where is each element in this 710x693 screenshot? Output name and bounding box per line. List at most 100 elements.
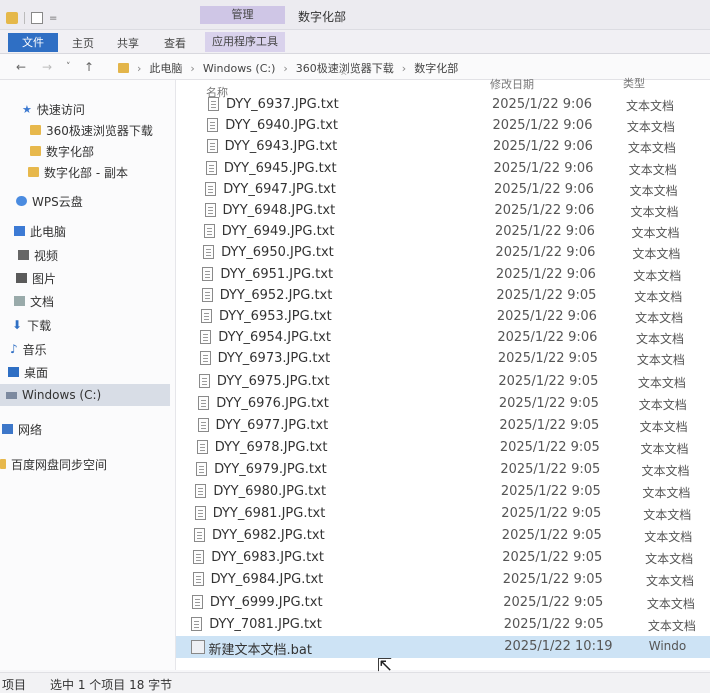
file-row[interactable]: DYY_6951.JPG.txt 2025/1/22 9:06 文本文档 — [176, 264, 710, 286]
file-name[interactable]: DYY_6951.JPG.txt — [220, 267, 333, 282]
customize-toolbar-icon[interactable]: = — [49, 13, 57, 24]
file-name[interactable]: DYY_6954.JPG.txt — [218, 330, 331, 345]
sidebar-item-this-pc[interactable]: 此电脑 — [14, 220, 66, 242]
file-row[interactable]: 新建文本文档.bat 2025/1/22 10:19 Windo — [176, 635, 710, 658]
file-name[interactable]: DYY_6982.JPG.txt — [212, 528, 325, 543]
sidebar-item-network[interactable]: 网络 — [2, 418, 42, 440]
sidebar-item-quick-access[interactable]: ★ 快速访问 — [22, 98, 85, 120]
file-name[interactable]: DYY_6975.JPG.txt — [217, 374, 330, 389]
breadcrumb-drive-c[interactable]: Windows (C:) — [203, 62, 276, 75]
file-row[interactable]: DYY_6945.JPG.txt 2025/1/22 9:06 文本文档 — [176, 158, 710, 180]
recent-locations-icon[interactable]: ˅ — [66, 62, 71, 72]
sidebar-item-label: 图片 — [32, 271, 57, 286]
file-row[interactable]: DYY_7081.JPG.txt 2025/1/22 9:05 文本文档 — [176, 614, 710, 636]
properties-checkbox-icon[interactable] — [31, 12, 43, 24]
sidebar-item-baidu-sync[interactable]: 百度网盘同步空间 — [0, 453, 107, 475]
file-row[interactable]: DYY_6953.JPG.txt 2025/1/22 9:06 文本文档 — [176, 306, 710, 328]
file-row[interactable]: DYY_6950.JPG.txt 2025/1/22 9:06 文本文档 — [176, 242, 710, 264]
file-row[interactable]: DYY_6973.JPG.txt 2025/1/22 9:05 文本文档 — [176, 348, 710, 370]
drive-icon — [6, 391, 17, 399]
sidebar-item-wps-cloud[interactable]: WPS云盘 — [16, 190, 83, 212]
manage-context-tab[interactable]: 管理 — [200, 6, 285, 24]
sidebar-item-music[interactable]: ♪ 音乐 — [10, 338, 47, 360]
sidebar-item-digital-dept[interactable]: 数字化部 — [30, 140, 94, 162]
file-row[interactable]: DYY_6978.JPG.txt 2025/1/22 9:05 文本文档 — [176, 437, 710, 459]
tab-share[interactable]: 共享 — [117, 35, 139, 51]
text-file-icon — [193, 550, 205, 565]
file-name[interactable]: DYY_6947.JPG.txt — [223, 182, 336, 197]
tab-home[interactable]: 主页 — [72, 35, 94, 51]
file-row[interactable]: DYY_6999.JPG.txt 2025/1/22 9:05 文本文档 — [176, 592, 710, 614]
breadcrumb: › 此电脑 › Windows (C:) › 360极速浏览器下载 › 数字化部 — [118, 60, 458, 76]
file-row[interactable]: DYY_6982.JPG.txt 2025/1/22 9:05 文本文档 — [176, 525, 710, 547]
file-row[interactable]: DYY_6981.JPG.txt 2025/1/22 9:05 文本文档 — [176, 503, 710, 525]
file-row[interactable]: DYY_6940.JPG.txt 2025/1/22 9:06 文本文档 — [176, 115, 710, 137]
file-row[interactable]: DYY_6984.JPG.txt 2025/1/22 9:05 文本文档 — [176, 569, 710, 591]
file-name[interactable]: DYY_7081.JPG.txt — [209, 617, 322, 632]
folder-icon[interactable] — [6, 12, 18, 24]
chevron-right-icon[interactable]: › — [283, 62, 287, 75]
tab-view[interactable]: 查看 — [164, 35, 186, 51]
sidebar-item-documents[interactable]: 文档 — [14, 290, 54, 312]
file-name[interactable]: DYY_6976.JPG.txt — [216, 396, 329, 411]
file-name[interactable]: DYY_6952.JPG.txt — [220, 288, 333, 303]
sidebar-item-videos[interactable]: 视频 — [18, 244, 58, 266]
file-name[interactable]: DYY_6948.JPG.txt — [223, 203, 336, 218]
sidebar-item-drive-c[interactable]: Windows (C:) — [0, 384, 170, 406]
text-file-icon — [201, 287, 213, 302]
file-name[interactable]: DYY_6977.JPG.txt — [216, 418, 329, 433]
file-name[interactable]: DYY_6984.JPG.txt — [211, 572, 324, 587]
file-name[interactable]: DYY_6999.JPG.txt — [210, 595, 323, 610]
sidebar-item-pictures[interactable]: 图片 — [16, 267, 56, 289]
breadcrumb-this-pc[interactable]: 此电脑 — [149, 60, 182, 76]
file-name[interactable]: DYY_6979.JPG.txt — [214, 462, 327, 477]
file-row[interactable]: DYY_6937.JPG.txt 2025/1/22 9:06 文本文档 — [176, 94, 710, 116]
file-row[interactable]: DYY_6979.JPG.txt 2025/1/22 9:05 文本文档 — [176, 459, 710, 481]
file-name[interactable]: 新建文本文档.bat — [209, 639, 312, 658]
sidebar-item-digital-dept-copy[interactable]: 数字化部 - 副本 — [28, 161, 128, 183]
file-date: 2025/1/22 9:06 — [492, 118, 593, 134]
back-arrow-icon[interactable]: ← — [16, 60, 26, 74]
chevron-right-icon[interactable]: › — [190, 62, 194, 75]
file-row[interactable]: DYY_6948.JPG.txt 2025/1/22 9:06 文本文档 — [176, 200, 710, 222]
tab-file[interactable]: 文件 — [8, 33, 58, 52]
file-row[interactable]: DYY_6952.JPG.txt 2025/1/22 9:05 文本文档 — [176, 285, 710, 307]
file-name[interactable]: DYY_6949.JPG.txt — [222, 224, 335, 239]
file-date: 2025/1/22 9:05 — [496, 287, 597, 303]
file-row[interactable]: DYY_6943.JPG.txt 2025/1/22 9:06 文本文档 — [176, 136, 710, 158]
sidebar-item-360-download[interactable]: 360极速浏览器下载 — [30, 119, 153, 141]
tab-application-tools[interactable]: 应用程序工具 — [205, 32, 285, 52]
breadcrumb-current-folder[interactable]: 数字化部 — [414, 60, 458, 76]
text-file-icon — [198, 395, 210, 410]
file-name[interactable]: DYY_6978.JPG.txt — [215, 440, 328, 455]
file-name[interactable]: DYY_6937.JPG.txt — [226, 97, 339, 112]
file-name[interactable]: DYY_6943.JPG.txt — [225, 139, 338, 154]
file-type: 文本文档 — [641, 463, 690, 478]
file-name[interactable]: DYY_6950.JPG.txt — [221, 245, 334, 260]
chevron-right-icon[interactable]: › — [137, 62, 141, 75]
file-row[interactable]: DYY_6947.JPG.txt 2025/1/22 9:06 文本文档 — [176, 179, 710, 201]
file-name[interactable]: DYY_6953.JPG.txt — [219, 309, 332, 324]
file-row[interactable]: DYY_6975.JPG.txt 2025/1/22 9:05 文本文档 — [176, 371, 710, 393]
file-date: 2025/1/22 9:06 — [493, 181, 594, 197]
sidebar-item-label: 360极速浏览器下载 — [46, 123, 153, 138]
file-row[interactable]: DYY_6977.JPG.txt 2025/1/22 9:05 文本文档 — [176, 415, 710, 437]
file-row[interactable]: DYY_6980.JPG.txt 2025/1/22 9:05 文本文档 — [176, 481, 710, 503]
forward-arrow-icon[interactable]: → — [42, 60, 52, 74]
file-row[interactable]: DYY_6949.JPG.txt 2025/1/22 9:06 文本文档 — [176, 221, 710, 243]
up-arrow-icon[interactable]: ↑ — [84, 60, 94, 74]
file-row[interactable]: DYY_6976.JPG.txt 2025/1/22 9:05 文本文档 — [176, 393, 710, 415]
file-row[interactable]: DYY_6954.JPG.txt 2025/1/22 9:06 文本文档 — [176, 327, 710, 349]
sidebar-item-label: 数字化部 - 副本 — [44, 165, 128, 180]
file-name[interactable]: DYY_6940.JPG.txt — [225, 118, 338, 133]
chevron-right-icon[interactable]: › — [402, 62, 406, 75]
file-date: 2025/1/22 9:06 — [494, 224, 595, 240]
file-name[interactable]: DYY_6945.JPG.txt — [224, 161, 337, 176]
file-name[interactable]: DYY_6983.JPG.txt — [211, 550, 324, 565]
sidebar-item-downloads[interactable]: ⬇ 下载 — [12, 314, 51, 336]
sidebar-item-desktop[interactable]: 桌面 — [8, 361, 48, 383]
file-row[interactable]: DYY_6983.JPG.txt 2025/1/22 9:05 文本文档 — [176, 547, 710, 569]
file-name[interactable]: DYY_6980.JPG.txt — [213, 484, 326, 499]
file-name[interactable]: DYY_6981.JPG.txt — [213, 506, 326, 521]
file-name[interactable]: DYY_6973.JPG.txt — [218, 351, 331, 366]
